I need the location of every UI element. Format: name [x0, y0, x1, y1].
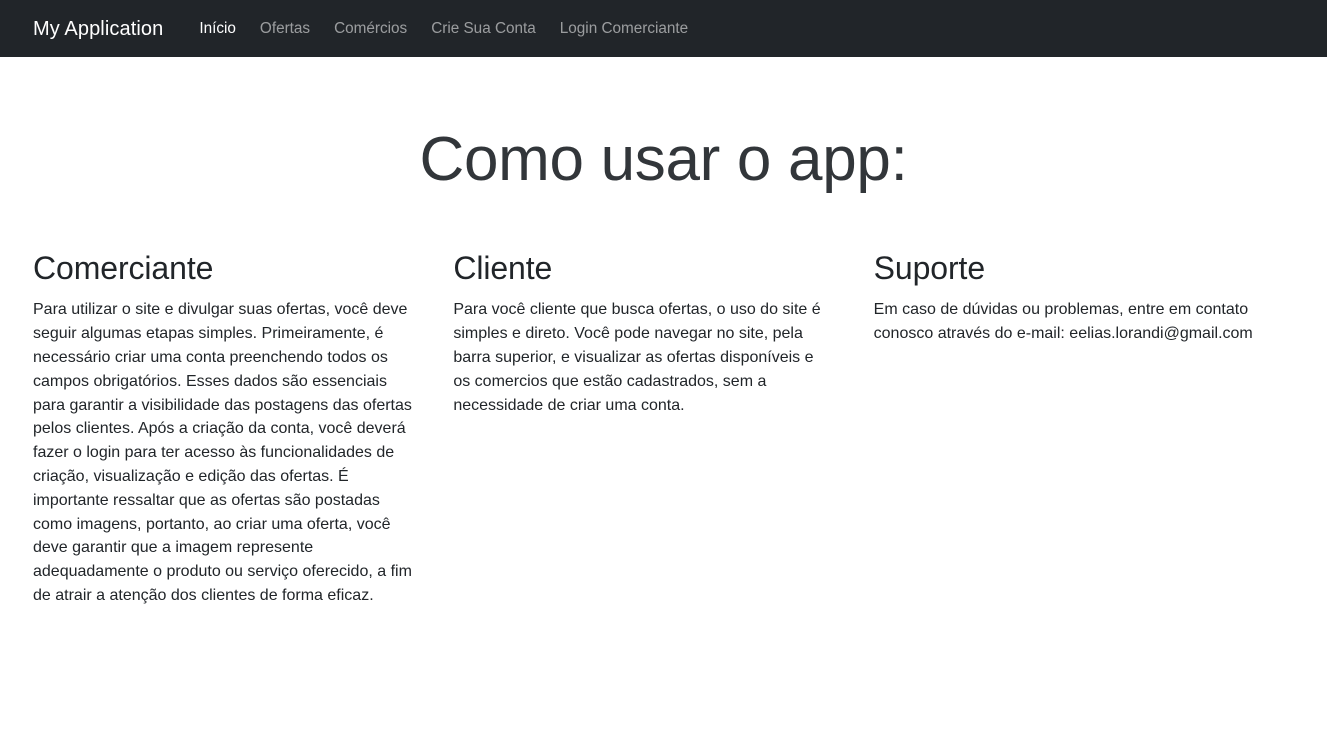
nav-item-login-comerciante: Login Comerciante [548, 13, 700, 44]
column-text-comerciante: Para utilizar o site e divulgar suas ofe… [33, 301, 412, 604]
column-text-cliente: Para você cliente que busca ofertas, o u… [453, 301, 821, 414]
nav-link-comercios[interactable]: Comércios [322, 13, 419, 44]
navbar-nav-list: Início Ofertas Comércios Crie Sua Conta … [187, 13, 700, 44]
nav-link-inicio[interactable]: Início [187, 13, 248, 44]
page-title: Como usar o app: [419, 125, 908, 194]
nav-item-crie-sua-conta: Crie Sua Conta [419, 13, 548, 44]
column-heading-cliente: Cliente [453, 250, 553, 286]
nav-item-inicio: Início [187, 13, 248, 44]
nav-item-ofertas: Ofertas [248, 13, 322, 44]
column-heading-suporte: Suporte [873, 250, 986, 286]
top-navbar: My Application Início Ofertas Comércios … [0, 0, 1327, 57]
nav-link-ofertas[interactable]: Ofertas [248, 13, 322, 44]
nav-link-login-comerciante[interactable]: Login Comerciante [548, 13, 700, 44]
column-heading-comerciante: Comerciante [33, 250, 214, 286]
info-columns: Comerciante Para utilizar o site e divul… [33, 249, 1294, 608]
nav-link-crie-sua-conta[interactable]: Crie Sua Conta [419, 13, 548, 44]
nav-item-comercios: Comércios [322, 13, 419, 44]
column-suporte: Suporte Em caso de dúvidas ou problemas,… [874, 249, 1294, 608]
page-container: Como usar o app: Comerciante Para utiliz… [0, 57, 1327, 608]
navbar-brand[interactable]: My Application [33, 19, 163, 39]
column-text-suporte: Em caso de dúvidas ou problemas, entre e… [873, 301, 1253, 343]
column-comerciante: Comerciante Para utilizar o site e divul… [33, 249, 453, 608]
column-cliente: Cliente Para você cliente que busca ofer… [453, 249, 873, 608]
